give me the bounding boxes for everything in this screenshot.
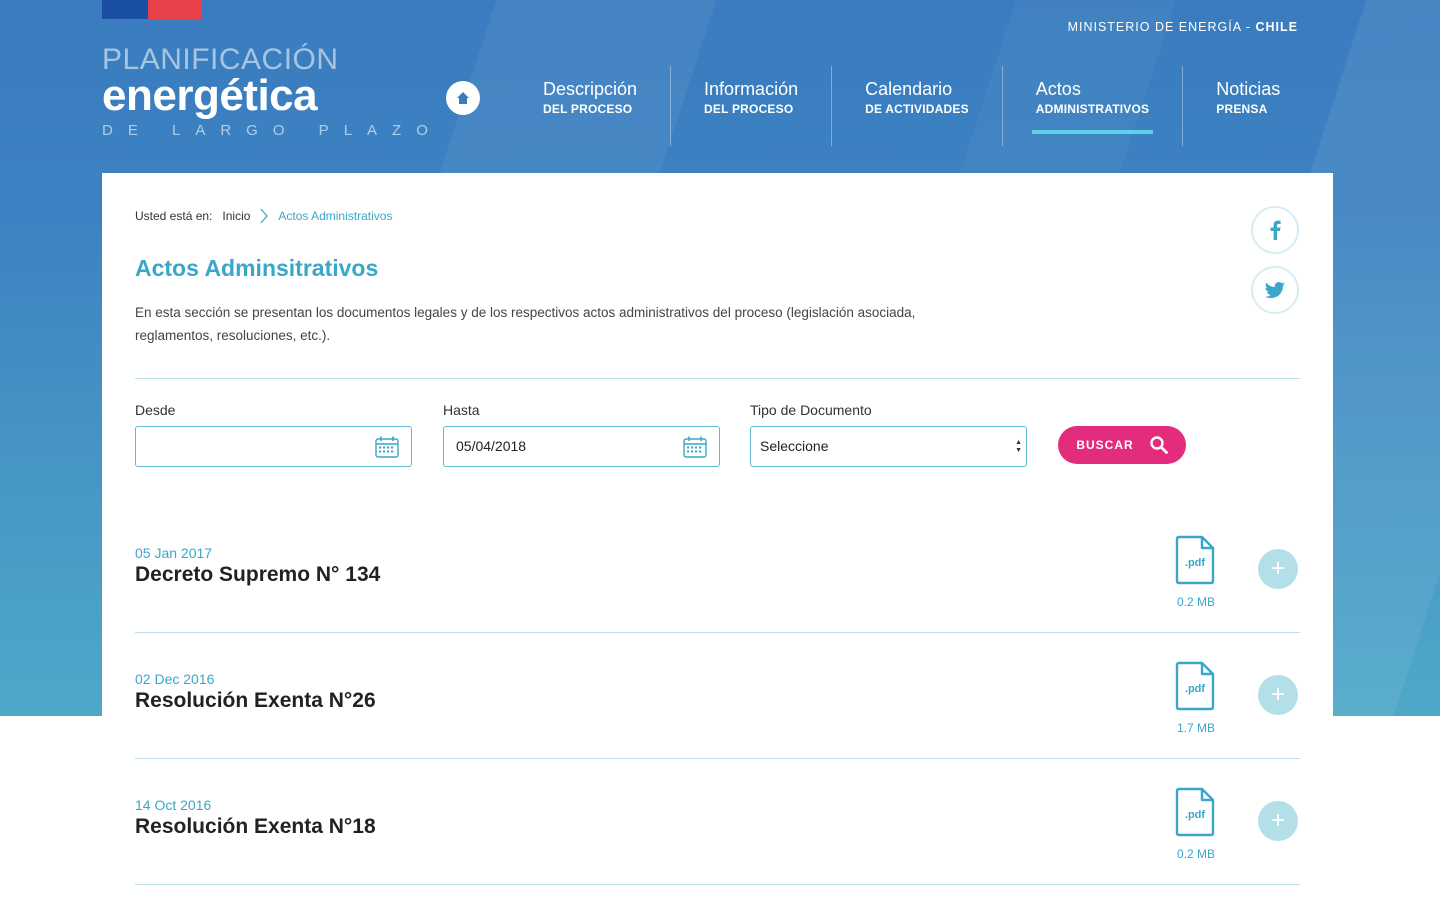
- hasta-value: 05/04/2018: [456, 438, 527, 454]
- nav-item-descripcion[interactable]: Descripción DEL PROCESO: [510, 66, 670, 146]
- chevron-right-icon: [260, 208, 269, 224]
- nav-subtitle: DE ACTIVIDADES: [865, 102, 969, 116]
- document-date: 02 Dec 2016: [135, 671, 215, 687]
- breadcrumb: Usted está en: Inicio Actos Administrati…: [135, 208, 392, 224]
- document-row: 05 Jan 2017 Decreto Supremo N° 134 .pdf …: [135, 507, 1300, 633]
- breadcrumb-home[interactable]: Inicio: [222, 209, 250, 223]
- breadcrumb-prefix: Usted está en:: [135, 209, 213, 223]
- logo-line3: DE LARGO PLAZO: [102, 122, 443, 139]
- active-nav-underline: [1031, 130, 1154, 134]
- document-size: 1.7 MB: [1176, 721, 1215, 735]
- nav-title: Descripción: [543, 79, 638, 99]
- nav-title: Actos: [1035, 79, 1081, 99]
- pdf-file-icon[interactable]: .pdf: [1175, 787, 1215, 837]
- hasta-date-field[interactable]: 05/04/2018: [443, 426, 720, 467]
- twitter-share-button[interactable]: [1251, 266, 1299, 314]
- document-date: 05 Jan 2017: [135, 545, 213, 561]
- facebook-share-button[interactable]: [1251, 206, 1299, 254]
- search-button-label: BUSCAR: [1076, 438, 1134, 452]
- nav-title: Noticias: [1216, 79, 1281, 99]
- plus-icon: +: [1270, 555, 1285, 582]
- site-logo[interactable]: PLANIFICACIÓN energética DE LARGO PLAZO: [102, 43, 443, 140]
- desde-date-field[interactable]: [135, 426, 412, 467]
- facebook-icon: [1270, 220, 1281, 240]
- breadcrumb-current[interactable]: Actos Administrativos: [278, 209, 392, 223]
- ministry-country: CHILE: [1255, 20, 1298, 34]
- home-button[interactable]: [446, 81, 480, 115]
- ministry-link[interactable]: MINISTERIO DE ENERGÍA - CHILE: [1068, 20, 1298, 34]
- nav-item-noticias[interactable]: Noticias PRENSA: [1182, 66, 1313, 146]
- logo-line2: energética: [102, 71, 318, 120]
- logo-line1: PLANIFICACIÓN: [102, 43, 339, 76]
- main-nav: Descripción DEL PROCESO Información DEL …: [510, 66, 1313, 146]
- calendar-icon[interactable]: [683, 436, 707, 458]
- page-title: Actos Adminsitrativos: [135, 255, 379, 281]
- expand-plus-button[interactable]: +: [1258, 801, 1298, 841]
- document-date: 14 Oct 2016: [135, 797, 212, 813]
- nav-subtitle: PRENSA: [1216, 102, 1268, 116]
- plus-icon: +: [1270, 681, 1285, 708]
- search-button[interactable]: BUSCAR: [1058, 426, 1186, 464]
- content-card: Usted está en: Inicio Actos Administrati…: [102, 173, 1333, 900]
- document-row: 14 Oct 2016 Resolución Exenta N°18 .pdf …: [135, 759, 1300, 885]
- document-size: 0.2 MB: [1176, 847, 1215, 861]
- nav-title: Calendario: [865, 79, 953, 99]
- document-size: 0.2 MB: [1176, 595, 1215, 609]
- document-title[interactable]: Resolución Exenta N°26: [135, 689, 376, 713]
- nav-item-actos[interactable]: Actos ADMINISTRATIVOS: [1001, 66, 1182, 146]
- home-icon: [457, 92, 469, 104]
- divider: [135, 378, 1300, 379]
- page-intro: En esta sección se presentan los documen…: [135, 305, 916, 343]
- pdf-badge: .pdf: [1185, 683, 1205, 695]
- nav-subtitle: DEL PROCESO: [543, 102, 633, 116]
- twitter-icon: [1265, 282, 1285, 298]
- ministry-prefix: MINISTERIO DE ENERGÍA -: [1067, 20, 1256, 34]
- tipo-documento-label: Tipo de Documento: [750, 402, 872, 418]
- nav-subtitle: DEL PROCESO: [704, 102, 794, 116]
- expand-plus-button[interactable]: +: [1258, 549, 1298, 589]
- document-title[interactable]: Decreto Supremo N° 134: [135, 563, 380, 587]
- expand-plus-button[interactable]: +: [1258, 675, 1298, 715]
- desde-label: Desde: [135, 402, 176, 418]
- nav-subtitle: ADMINISTRATIVOS: [1035, 102, 1150, 116]
- pdf-file-icon[interactable]: .pdf: [1175, 535, 1215, 585]
- tipo-documento-select[interactable]: Seleccione ▲ ▼: [750, 426, 1027, 467]
- plus-icon: +: [1270, 807, 1285, 834]
- pdf-badge: .pdf: [1185, 809, 1205, 821]
- search-icon: [1149, 436, 1168, 454]
- pdf-badge: .pdf: [1185, 557, 1205, 569]
- nav-item-informacion[interactable]: Información DEL PROCESO: [670, 66, 831, 146]
- tipo-documento-value: Seleccione: [760, 438, 829, 454]
- document-title[interactable]: Resolución Exenta N°18: [135, 815, 376, 839]
- calendar-icon[interactable]: [375, 436, 399, 458]
- hasta-label: Hasta: [443, 402, 480, 418]
- nav-item-calendario[interactable]: Calendario DE ACTIVIDADES: [831, 66, 1002, 146]
- chile-flag: [102, 0, 202, 19]
- select-arrows-icon: ▲ ▼: [1015, 439, 1022, 454]
- pdf-file-icon[interactable]: .pdf: [1175, 661, 1215, 711]
- document-row: 02 Dec 2016 Resolución Exenta N°26 .pdf …: [135, 633, 1300, 759]
- nav-title: Información: [704, 79, 799, 99]
